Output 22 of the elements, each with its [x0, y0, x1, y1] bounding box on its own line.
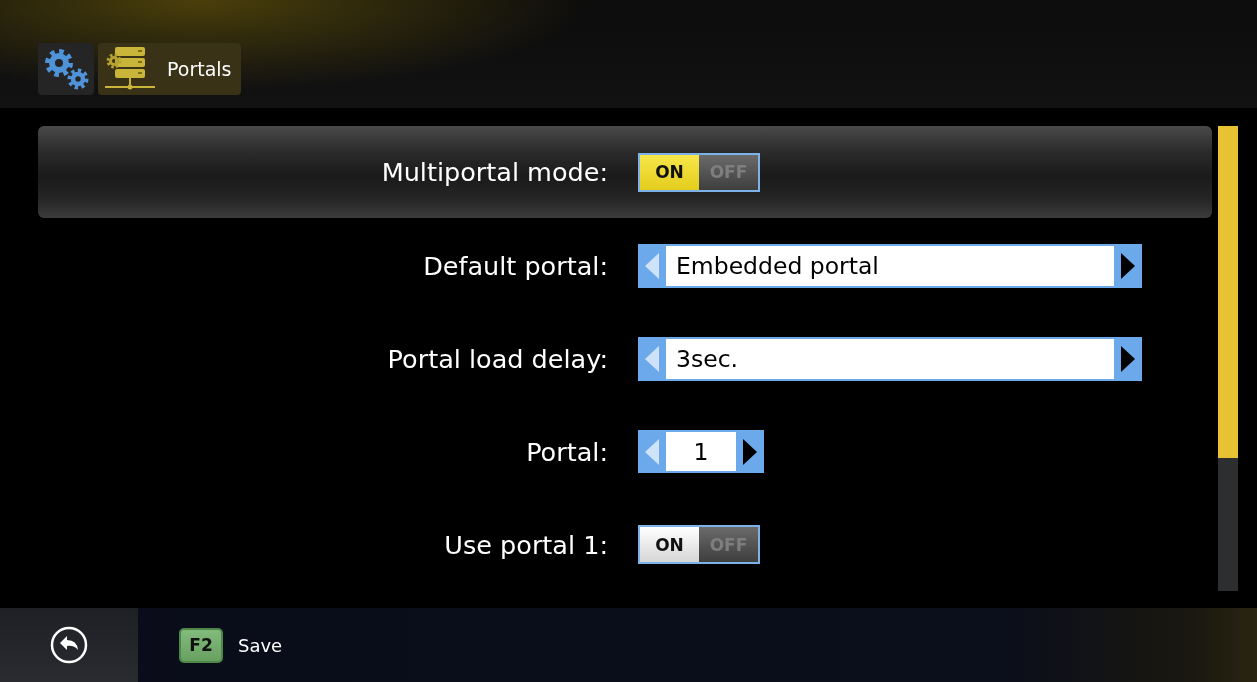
toggle-option[interactable]: ON — [640, 154, 699, 190]
breadcrumb-tab[interactable]: Portals — [98, 43, 241, 95]
setting-label: Portal: — [526, 436, 608, 467]
value-field[interactable]: Embedded portal — [666, 245, 1114, 286]
action-label: Save — [238, 634, 283, 656]
scrollbar-thumb[interactable] — [1218, 126, 1238, 458]
toggle-option[interactable]: ON — [640, 527, 699, 562]
option-selector[interactable]: Embedded portal — [638, 243, 1142, 288]
setting-label: Default portal: — [423, 250, 608, 281]
scrollbar[interactable] — [1218, 126, 1238, 591]
value-field[interactable]: 1 — [666, 432, 736, 471]
key-cap: F2 — [179, 627, 223, 663]
option-selector[interactable]: 3sec. — [638, 336, 1142, 381]
settings-button[interactable] — [38, 43, 94, 95]
number-spinner[interactable]: 1 — [638, 430, 764, 473]
setting-label: Portal load delay: — [387, 343, 608, 374]
gears-icon — [43, 48, 89, 90]
setting-label: Multiportal mode: — [381, 157, 608, 187]
setting-label: Use portal 1: — [444, 529, 608, 560]
value-field[interactable]: 3sec. — [666, 338, 1114, 379]
back-button[interactable] — [0, 608, 138, 682]
server-icon — [105, 47, 155, 91]
